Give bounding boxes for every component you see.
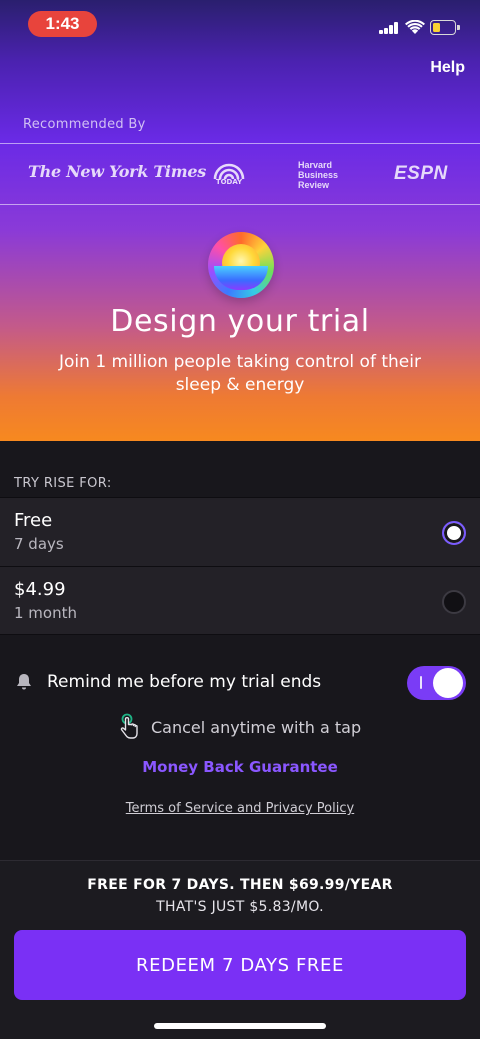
reminder-toggle[interactable] — [407, 666, 466, 700]
terms-privacy-link[interactable]: Terms of Service and Privacy Policy — [0, 801, 480, 816]
reminder-label: Remind me before my trial ends — [47, 672, 322, 692]
plan-option-paid[interactable]: $4.99 1 month — [0, 566, 480, 635]
status-time: 1:43 — [28, 11, 97, 37]
radio-selected-icon[interactable] — [442, 521, 466, 545]
hbr-logo: Harvard Business Review — [298, 160, 338, 190]
rise-app-logo — [208, 232, 274, 298]
tap-hand-icon — [120, 713, 138, 739]
page-title: Design your trial — [110, 304, 370, 339]
redeem-button[interactable]: REDEEM 7 DAYS FREE — [14, 930, 466, 1000]
money-back-guarantee-link[interactable]: Money Back Guarantee — [0, 758, 480, 776]
hbr-line: Review — [298, 180, 330, 190]
cancel-anytime-label: Cancel anytime with a tap — [151, 718, 362, 737]
espn-logo: ESPN — [394, 163, 448, 184]
offer-line-primary: FREE FOR 7 DAYS. THEN $69.99/YEAR — [87, 877, 393, 893]
today-logo-text: TODAY — [215, 178, 243, 186]
plan-duration: 7 days — [14, 535, 64, 553]
nyt-logo: The New York Times — [28, 162, 206, 181]
plan-options: Free 7 days $4.99 1 month — [0, 497, 480, 635]
plan-option-free[interactable]: Free 7 days — [0, 497, 480, 566]
battery-icon — [430, 20, 460, 35]
hbr-line: Harvard — [298, 160, 333, 170]
radio-unselected-icon[interactable] — [442, 590, 466, 614]
hbr-line: Business — [298, 170, 339, 180]
today-logo: TODAY — [212, 160, 246, 188]
reminder-row: Remind me before my trial ends — [0, 664, 480, 704]
plan-title: Free — [14, 510, 53, 531]
page-subtitle: Join 1 million people taking control of … — [59, 352, 421, 395]
plan-title: $4.99 — [14, 579, 66, 600]
signal-icon — [379, 22, 399, 34]
help-link[interactable]: Help — [430, 59, 465, 77]
recommended-by-label: Recommended By — [23, 117, 146, 132]
cancel-anytime-row: Cancel anytime with a tap — [0, 713, 480, 743]
plan-duration: 1 month — [14, 604, 77, 622]
plans-section-label: TRY RISE FOR: — [14, 476, 112, 491]
home-indicator[interactable] — [154, 1023, 326, 1029]
wifi-icon — [405, 20, 425, 34]
bell-icon — [17, 674, 31, 690]
offer-line-secondary: THAT'S JUST $5.83/MO. — [156, 899, 324, 915]
